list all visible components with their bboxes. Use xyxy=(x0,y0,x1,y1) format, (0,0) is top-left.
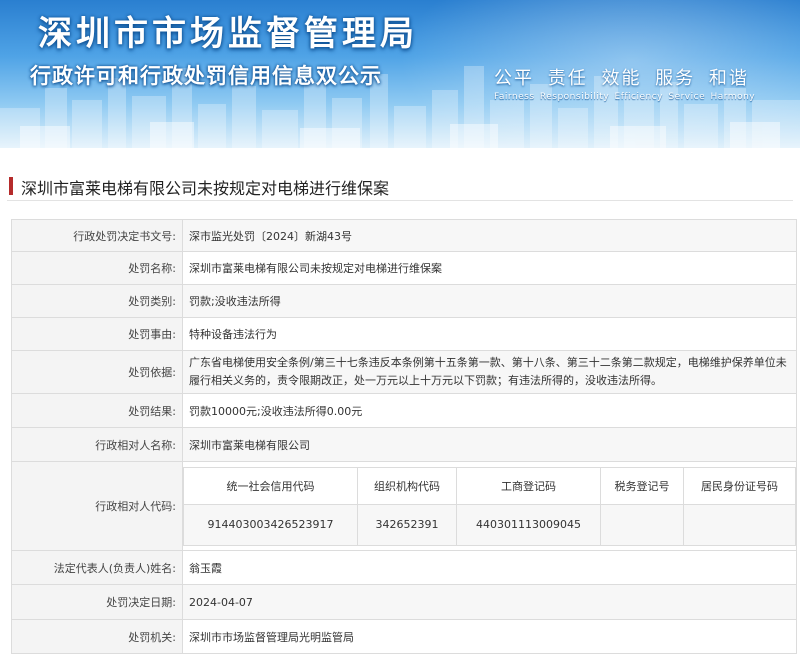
label-authority: 处罚机关: xyxy=(11,619,183,654)
row-category: 处罚类别: 罚款;没收违法所得 xyxy=(11,284,797,318)
header-org-code: 组织机构代码 xyxy=(357,466,457,505)
codes-subtable: 统一社会信用代码 组织机构代码 工商登记码 税务登记号 居民身份证号码 9144… xyxy=(183,466,796,546)
codes-cell: 统一社会信用代码 组织机构代码 工商登记码 税务登记号 居民身份证号码 9144… xyxy=(182,461,797,551)
row-result: 处罚结果: 罚款10000元;没收违法所得0.00元 xyxy=(11,393,797,428)
row-authority: 处罚机关: 深圳市市场监督管理局光明监管局 xyxy=(11,619,797,654)
main-content: 深圳市富莱电梯有限公司未按规定对电梯进行维保案 行政处罚决定书文号: 深市监光处… xyxy=(7,158,797,654)
codes-header-row: 统一社会信用代码 组织机构代码 工商登记码 税务登记号 居民身份证号码 xyxy=(183,466,796,505)
heading-accent-bar xyxy=(9,177,13,195)
penalty-info-table: 行政处罚决定书文号: 深市监光处罚〔2024〕新湖43号 处罚名称: 深圳市富莱… xyxy=(11,219,797,654)
codes-value-row: 914403003426523917 342652391 44030111300… xyxy=(183,503,796,546)
banner-title: 深圳市市场监督管理局 xyxy=(38,14,418,54)
header-id-card-no: 居民身份证号码 xyxy=(683,466,796,505)
row-basis: 处罚依据: 广东省电梯使用安全条例/第三十七条违反本条例第十五条第一款、第十八条… xyxy=(11,350,797,394)
label-party: 行政相对人名称: xyxy=(11,427,183,462)
value-category: 罚款;没收违法所得 xyxy=(182,284,797,318)
row-date: 处罚决定日期: 2024-04-07 xyxy=(11,584,797,620)
banner-subtitle: 行政许可和行政处罚信用信息双公示 xyxy=(30,64,382,88)
row-case-name: 处罚名称: 深圳市富莱电梯有限公司未按规定对电梯进行维保案 xyxy=(11,251,797,285)
page-title: 深圳市富莱电梯有限公司未按规定对电梯进行维保案 xyxy=(21,179,390,198)
value-party: 深圳市富莱电梯有限公司 xyxy=(182,427,797,462)
label-legal-rep: 法定代表人(负责人)姓名: xyxy=(11,550,183,585)
header-business-reg-code: 工商登记码 xyxy=(456,466,601,505)
label-basis: 处罚依据: xyxy=(11,350,183,394)
value-date: 2024-04-07 xyxy=(182,584,797,620)
label-category: 处罚类别: xyxy=(11,284,183,318)
label-case-name: 处罚名称: xyxy=(11,251,183,285)
header-tax-reg-no: 税务登记号 xyxy=(600,466,684,505)
label-codes: 行政相对人代码: xyxy=(11,461,183,551)
document-header: 深圳市富莱电梯有限公司未按规定对电梯进行维保案 xyxy=(7,158,793,201)
value-org-code: 342652391 xyxy=(357,503,457,546)
value-legal-rep: 翁玉霞 xyxy=(182,550,797,585)
value-result: 罚款10000元;没收违法所得0.00元 xyxy=(182,393,797,428)
label-date: 处罚决定日期: xyxy=(11,584,183,620)
value-authority: 深圳市市场监督管理局光明监管局 xyxy=(182,619,797,654)
value-business-reg-code: 440301113009045 xyxy=(456,503,601,546)
label-reason: 处罚事由: xyxy=(11,317,183,351)
row-codes: 行政相对人代码: 统一社会信用代码 组织机构代码 工商登记码 税务登记号 居民身… xyxy=(11,461,797,551)
row-reason: 处罚事由: 特种设备违法行为 xyxy=(11,317,797,351)
row-legal-rep: 法定代表人(负责人)姓名: 翁玉霞 xyxy=(11,550,797,585)
row-party: 行政相对人名称: 深圳市富莱电梯有限公司 xyxy=(11,427,797,462)
header-banner: 深圳市市场监督管理局 行政许可和行政处罚信用信息双公示 公平 责任 效能 服务 … xyxy=(0,0,800,148)
value-id-card-no xyxy=(683,503,796,546)
banner-slogan: 公平 责任 效能 服务 和谐 xyxy=(494,68,749,89)
banner-slogan-english: Fairness Responsibility Efficiency Servi… xyxy=(494,92,756,102)
label-doc-no: 行政处罚决定书文号: xyxy=(11,219,183,252)
value-case-name: 深圳市富莱电梯有限公司未按规定对电梯进行维保案 xyxy=(182,251,797,285)
label-result: 处罚结果: xyxy=(11,393,183,428)
value-credit-code: 914403003426523917 xyxy=(183,503,358,546)
value-doc-no: 深市监光处罚〔2024〕新湖43号 xyxy=(182,219,797,252)
value-tax-reg-no xyxy=(600,503,684,546)
value-reason: 特种设备违法行为 xyxy=(182,317,797,351)
row-doc-no: 行政处罚决定书文号: 深市监光处罚〔2024〕新湖43号 xyxy=(11,219,797,252)
value-basis: 广东省电梯使用安全条例/第三十七条违反本条例第十五条第一款、第十八条、第三十二条… xyxy=(182,350,797,394)
header-credit-code: 统一社会信用代码 xyxy=(183,466,358,505)
